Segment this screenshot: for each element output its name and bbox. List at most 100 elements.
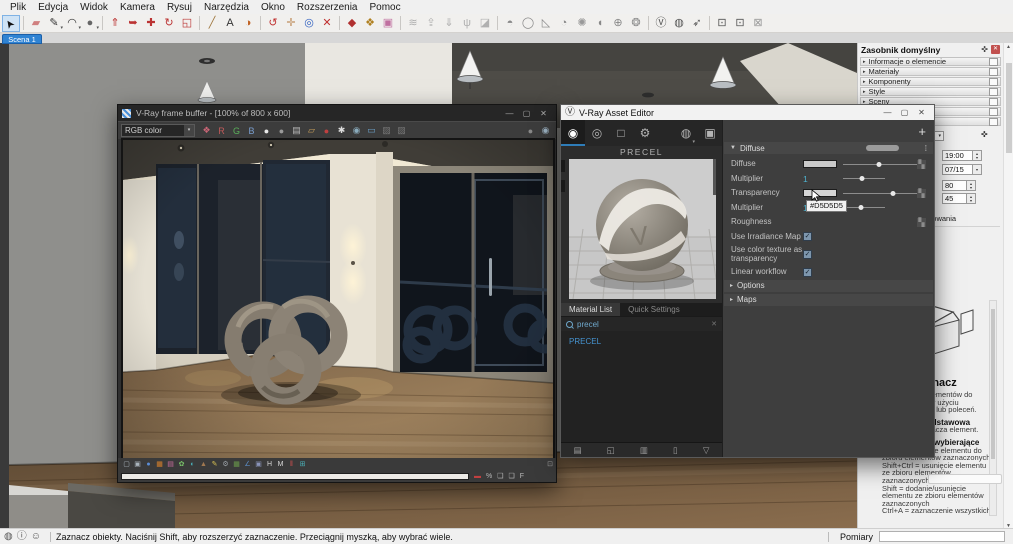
tray-pin-icon[interactable]: ✜ [981, 45, 988, 54]
subtab-quick-settings[interactable]: Quick Settings [620, 303, 688, 316]
diffuse-section-header[interactable]: ▼ Diffuse ⁞ [724, 142, 933, 154]
slider[interactable] [843, 176, 885, 182]
slider-knob[interactable] [858, 205, 864, 211]
tape-measure-tool[interactable]: ╱ [203, 15, 221, 32]
stamp-icon[interactable]: ✎ [209, 459, 220, 469]
search-input[interactable]: precel [577, 320, 711, 329]
subtab-material-list[interactable]: Material List [561, 303, 621, 316]
vegetation-tool[interactable]: ψ [458, 15, 476, 32]
color-swatch[interactable] [803, 160, 837, 169]
shadow-date-field[interactable]: 07/15 ▾ [942, 164, 982, 175]
vray-infinite-plane[interactable]: ◓ [501, 15, 519, 32]
paint-palette-tool[interactable]: ❖ [361, 15, 379, 32]
monitor-icon[interactable]: ▭ [364, 123, 379, 138]
vray-lock-button[interactable]: ⊠ [749, 15, 767, 32]
minimize-icon[interactable]: — [501, 109, 518, 118]
zoom-extents-tool[interactable]: ✕ [318, 15, 336, 32]
shadow-dark-field[interactable]: 45 ▴ ▾ [942, 193, 976, 204]
slider-knob[interactable] [890, 190, 896, 196]
preview-scrollbar[interactable] [713, 159, 716, 195]
color-correction-icon[interactable]: ✿ [176, 459, 187, 469]
cc-dock-icon[interactable]: ⊡ [547, 460, 553, 468]
vray-rectangle-light[interactable]: ◺ [537, 15, 555, 32]
shadow-light-field[interactable]: 80 ▴ ▾ [942, 180, 976, 191]
light-spinner[interactable]: ▴ ▾ [966, 181, 975, 190]
claim-icon[interactable]: ☺ [31, 531, 41, 542]
rgb-channel-icon[interactable]: ● [259, 123, 274, 138]
tray-resize-box[interactable] [928, 474, 1002, 484]
soften-edges-tool[interactable]: ≋ [404, 15, 422, 32]
credits-icon[interactable]: ⓘ [17, 531, 27, 542]
menu-okno[interactable]: Okno [255, 2, 291, 13]
zoom-tool[interactable]: ◎ [300, 15, 318, 32]
scene-tab[interactable]: Scena 1 [2, 34, 42, 44]
compare-icon[interactable]: ▨ [394, 123, 409, 138]
pixel-information-icon[interactable]: ⊞ [297, 459, 308, 469]
vray-ies-light[interactable]: ❂ [627, 15, 645, 32]
render-with-vray-button[interactable]: ◍ ▾ [674, 120, 698, 146]
remove-material-icon[interactable]: ▯ [673, 445, 678, 456]
rollup-button[interactable] [989, 57, 998, 66]
menu-edycja[interactable]: Edycja [32, 2, 74, 13]
tray-section-materia-y[interactable]: ▸ Materiały [860, 67, 1001, 76]
vray-asset-editor-button[interactable]: Ⓥ [652, 15, 670, 32]
color-balance-icon[interactable]: ▦ [154, 459, 165, 469]
red-channel-icon[interactable]: R [214, 123, 229, 138]
property-value[interactable]: 1 [803, 174, 837, 184]
waveform-icon[interactable]: M [275, 459, 286, 469]
vray-mesh-light[interactable]: ⊕ [609, 15, 627, 32]
checkbox[interactable]: ✓ [803, 232, 812, 242]
stop-render-icon[interactable]: ▬ [474, 473, 481, 480]
save-image-icon[interactable]: ▤ [289, 123, 304, 138]
slider-knob[interactable] [876, 161, 882, 167]
clear-search-icon[interactable]: ✕ [711, 320, 717, 328]
scrollbar-thumb[interactable] [1006, 63, 1012, 153]
measurements-input[interactable] [879, 531, 1005, 542]
add-material-icon[interactable]: ▤ [574, 445, 582, 456]
tray-scrollbar[interactable]: ▲ ▼ [1003, 43, 1013, 530]
move-tool[interactable]: ✚ [142, 15, 160, 32]
time-spinner[interactable]: ▴ ▾ [972, 151, 981, 160]
save-material-icon[interactable]: ▥ [640, 445, 648, 456]
slider[interactable] [843, 190, 917, 196]
vray-sphere-light[interactable]: ◯ [519, 15, 537, 32]
region-render-icon[interactable]: ◉ [349, 123, 364, 138]
pixel-aspect-icon[interactable]: ● [143, 459, 154, 469]
record-icon[interactable]: ● [319, 123, 334, 138]
rotate-tool[interactable]: ↻ [160, 15, 178, 32]
blue-channel-icon[interactable]: B [244, 123, 259, 138]
tray-section-komponenty[interactable]: ▸ Komponenty [860, 77, 1001, 86]
rgb-parade-icon[interactable]: ‖ [286, 459, 297, 469]
channel-select[interactable]: RGB color ▾ [121, 124, 195, 137]
vray-omni-light[interactable]: ✺ [573, 15, 591, 32]
log-window-icon[interactable]: ❑ [509, 472, 515, 480]
close-icon[interactable]: ✕ [913, 108, 930, 117]
histogram-icon[interactable]: H [264, 459, 275, 469]
section-menu-icon[interactable]: ⁞ [925, 144, 927, 153]
menu-widok[interactable]: Widok [74, 2, 114, 13]
settings-icon[interactable]: ⚙ [220, 459, 231, 469]
background-image-icon[interactable]: ▲ [198, 459, 209, 469]
paint-bucket-tool[interactable]: ◑ [239, 15, 257, 32]
text-tool[interactable]: A [221, 15, 239, 32]
vfb-titlebar[interactable]: V-Ray frame buffer - [100% of 800 x 600]… [118, 105, 556, 121]
vray-dome-light[interactable]: ◖ [591, 15, 609, 32]
dark-spinner[interactable]: ▴ ▾ [966, 194, 975, 203]
message-window-icon[interactable]: ❑ [497, 472, 503, 480]
export-tool[interactable]: ▣ [379, 15, 397, 32]
texture-slot-icon[interactable]: ▚ [917, 217, 926, 227]
checkbox[interactable]: ✓ [803, 267, 812, 277]
solid-tools[interactable]: ⇓ [440, 15, 458, 32]
vray-spot-light[interactable]: ◔ [555, 15, 573, 32]
slider[interactable] [843, 205, 885, 211]
alpha-channel-icon[interactable]: ● [274, 123, 289, 138]
menu-plik[interactable]: Plik [4, 2, 32, 13]
vray-batch-render-button[interactable]: ⊡ [731, 15, 749, 32]
lut-icon[interactable]: ▦ [231, 459, 242, 469]
geometry-tab[interactable]: □ [609, 120, 633, 146]
menu-rozszerzenia[interactable]: Rozszerzenia [291, 2, 364, 13]
tray-section-style[interactable]: ▸ Style [860, 87, 1001, 96]
material-search[interactable]: precel ✕ [561, 316, 722, 331]
texture-slot-icon[interactable]: ▚ [917, 159, 926, 169]
hue-saturation-icon[interactable]: ▤ [165, 459, 176, 469]
